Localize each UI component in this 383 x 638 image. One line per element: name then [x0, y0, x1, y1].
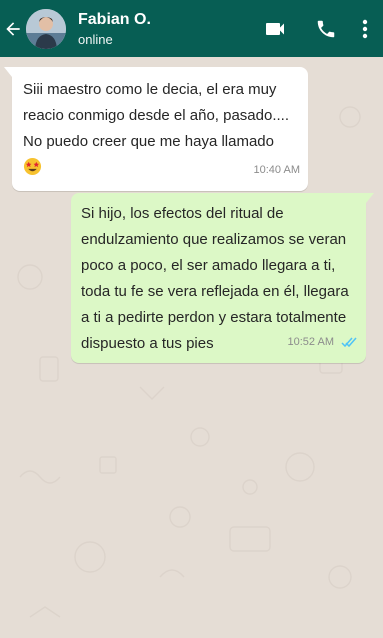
- message-text: Siii maestro como le decia, el era muy r…: [23, 81, 290, 150]
- phone-icon[interactable]: [315, 18, 337, 40]
- message-time: 10:52 AM: [287, 336, 334, 348]
- more-vert-icon[interactable]: [360, 19, 370, 39]
- video-call-icon[interactable]: [263, 17, 287, 41]
- contact-info[interactable]: Fabian O. online: [78, 10, 263, 48]
- chat-header: Fabian O. online: [0, 0, 383, 57]
- chat-area[interactable]: Siii maestro como le decia, el era muy r…: [0, 57, 383, 638]
- contact-name: Fabian O.: [78, 10, 151, 28]
- message-time: 10:40 AM: [253, 164, 300, 176]
- star-struck-emoji: [23, 157, 42, 176]
- back-arrow-icon[interactable]: [2, 19, 24, 39]
- outgoing-message[interactable]: Si hijo, los efectos del ritual de endul…: [71, 193, 374, 363]
- avatar[interactable]: [26, 8, 66, 49]
- incoming-message[interactable]: Siii maestro como le decia, el era muy r…: [4, 67, 308, 191]
- double-check-read-icon: [341, 337, 357, 348]
- contact-status: online: [78, 31, 113, 47]
